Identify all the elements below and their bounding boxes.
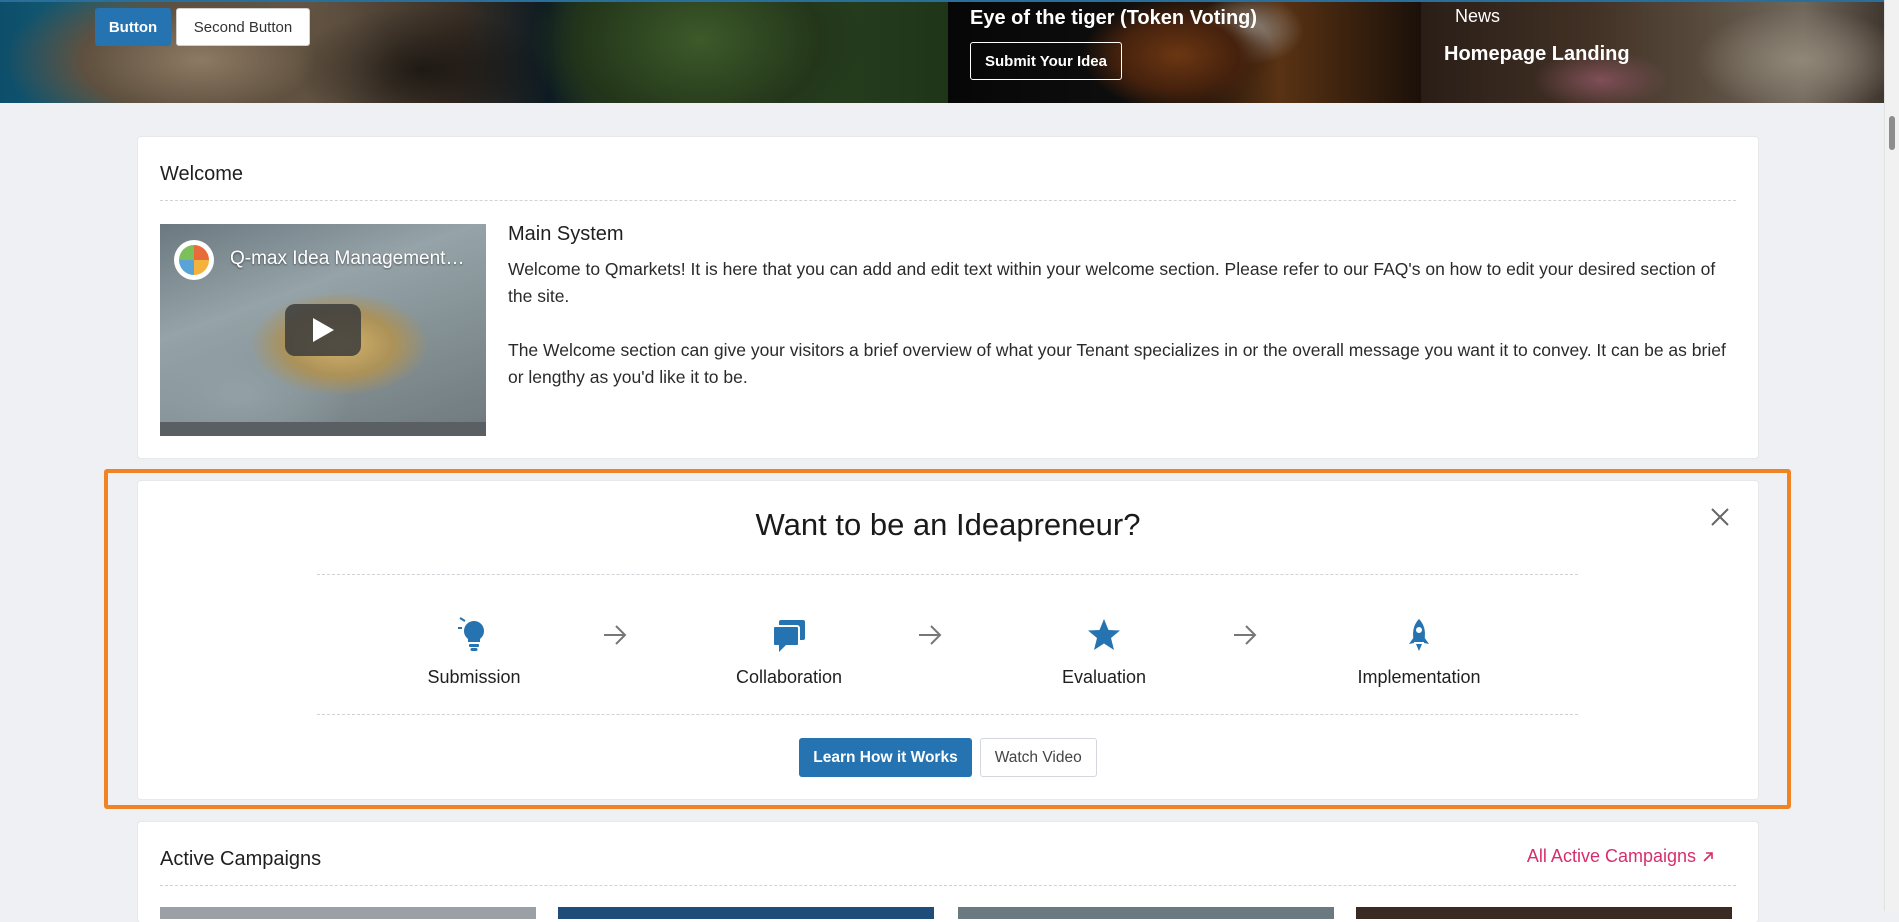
arrow-right-icon: [604, 625, 627, 645]
submit-idea-button[interactable]: Submit Your Idea: [970, 42, 1122, 80]
ideapreneur-card: Want to be an Ideapreneur? Submission Co…: [138, 481, 1758, 799]
hero-secondary-button[interactable]: Second Button: [176, 8, 310, 46]
campaign-thumbnail[interactable]: [558, 907, 934, 919]
arrow-right-icon: [919, 625, 942, 645]
divider: [317, 574, 1578, 575]
play-icon[interactable]: [285, 304, 361, 356]
welcome-header: Welcome: [160, 137, 1736, 201]
step-collaboration: Collaboration: [689, 617, 889, 688]
lightbulb-icon: [458, 617, 484, 651]
hero-slide-title: Eye of the tiger (Token Voting): [970, 7, 1258, 29]
external-arrow-icon: [1703, 851, 1713, 862]
welcome-body: Main System Welcome to Qmarkets! It is h…: [508, 223, 1738, 418]
step-label: Submission: [427, 667, 521, 687]
video-progress-strip: [160, 422, 486, 436]
hero-slide-kicker: News: [1455, 6, 1501, 26]
campaigns-card: Active Campaigns All Active Campaigns: [138, 822, 1758, 922]
page-scrollbar[interactable]: [1884, 0, 1899, 911]
campaigns-header: Active Campaigns All Active Campaigns: [160, 822, 1736, 886]
step-submission: Submission: [374, 617, 574, 688]
chat-bubbles-icon: [772, 620, 805, 652]
welcome-paragraph: The Welcome section can give your visito…: [508, 340, 1726, 387]
channel-logo-icon[interactable]: [174, 240, 214, 280]
ideapreneur-actions: Learn How it Works Watch Video: [138, 738, 1758, 777]
hero-carousel: Button Second Button Eye of the tiger (T…: [0, 0, 1899, 103]
step-label: Evaluation: [1061, 667, 1147, 687]
campaigns-title: Active Campaigns: [160, 848, 322, 870]
welcome-heading: Main System: [508, 223, 624, 245]
step-label: Collaboration: [735, 667, 843, 687]
hero-top-line: [0, 0, 1899, 2]
all-campaigns-label: All Active Campaigns: [1526, 846, 1696, 866]
close-icon[interactable]: [1708, 505, 1732, 529]
star-icon: [1088, 619, 1120, 650]
divider: [317, 714, 1578, 715]
hero-slide-heading[interactable]: Homepage Landing: [1444, 43, 1630, 66]
step-implementation: Implementation: [1319, 617, 1519, 688]
welcome-video[interactable]: Q-max Idea Management…: [160, 224, 486, 436]
welcome-paragraph: Welcome to Qmarkets! It is here that you…: [508, 259, 1716, 306]
hero-primary-button[interactable]: Button: [95, 8, 171, 46]
campaign-thumbnail[interactable]: [160, 907, 536, 919]
ideapreneur-title: Want to be an Ideapreneur?: [755, 507, 1141, 542]
video-title[interactable]: Q-max Idea Management…: [230, 248, 470, 270]
arrow-right-icon: [1234, 625, 1257, 645]
welcome-card: Welcome Q-max Idea Management… Main Syst…: [138, 137, 1758, 458]
learn-how-button[interactable]: Learn How it Works: [799, 738, 972, 777]
scrollbar-thumb[interactable]: [1889, 116, 1895, 150]
watch-video-button[interactable]: Watch Video: [979, 738, 1097, 777]
rocket-icon: [1409, 619, 1429, 651]
campaign-thumbnail[interactable]: [958, 907, 1334, 919]
step-evaluation: Evaluation: [1004, 617, 1204, 688]
all-campaigns-link[interactable]: All Active Campaigns: [1527, 846, 1714, 867]
welcome-title: Welcome: [160, 163, 243, 185]
campaign-thumbnail[interactable]: [1356, 907, 1732, 919]
step-label: Implementation: [1357, 667, 1481, 687]
